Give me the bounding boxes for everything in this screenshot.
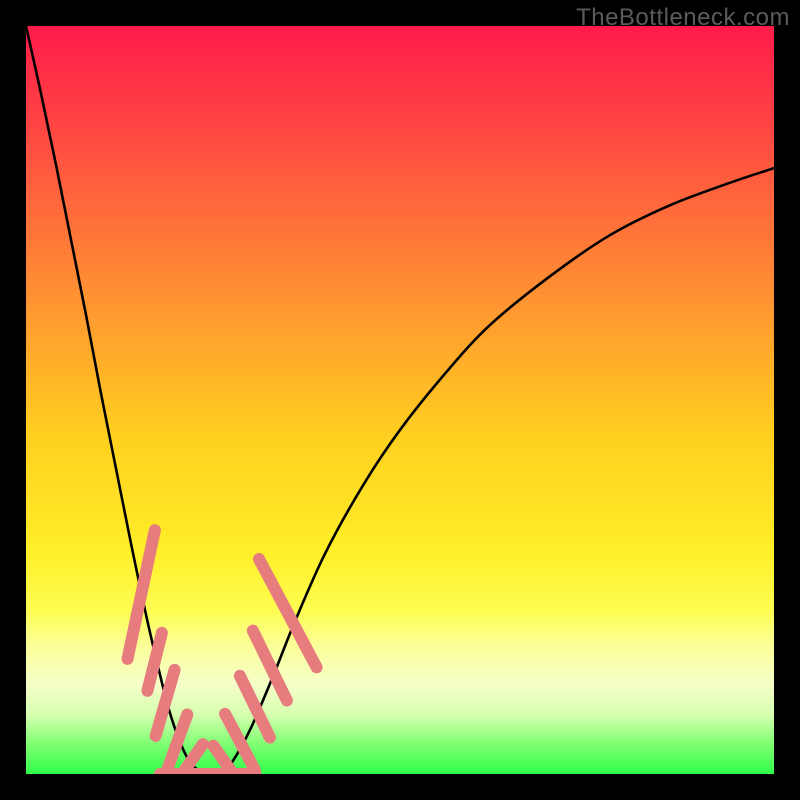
highlighted-marker-group bbox=[120, 523, 324, 774]
chart-plot-area bbox=[26, 26, 774, 774]
bottleneck-curve-chart bbox=[26, 26, 774, 774]
watermark-text: TheBottleneck.com bbox=[576, 4, 790, 32]
bottleneck-curve-line bbox=[26, 26, 774, 774]
highlight-capsule bbox=[154, 768, 262, 774]
